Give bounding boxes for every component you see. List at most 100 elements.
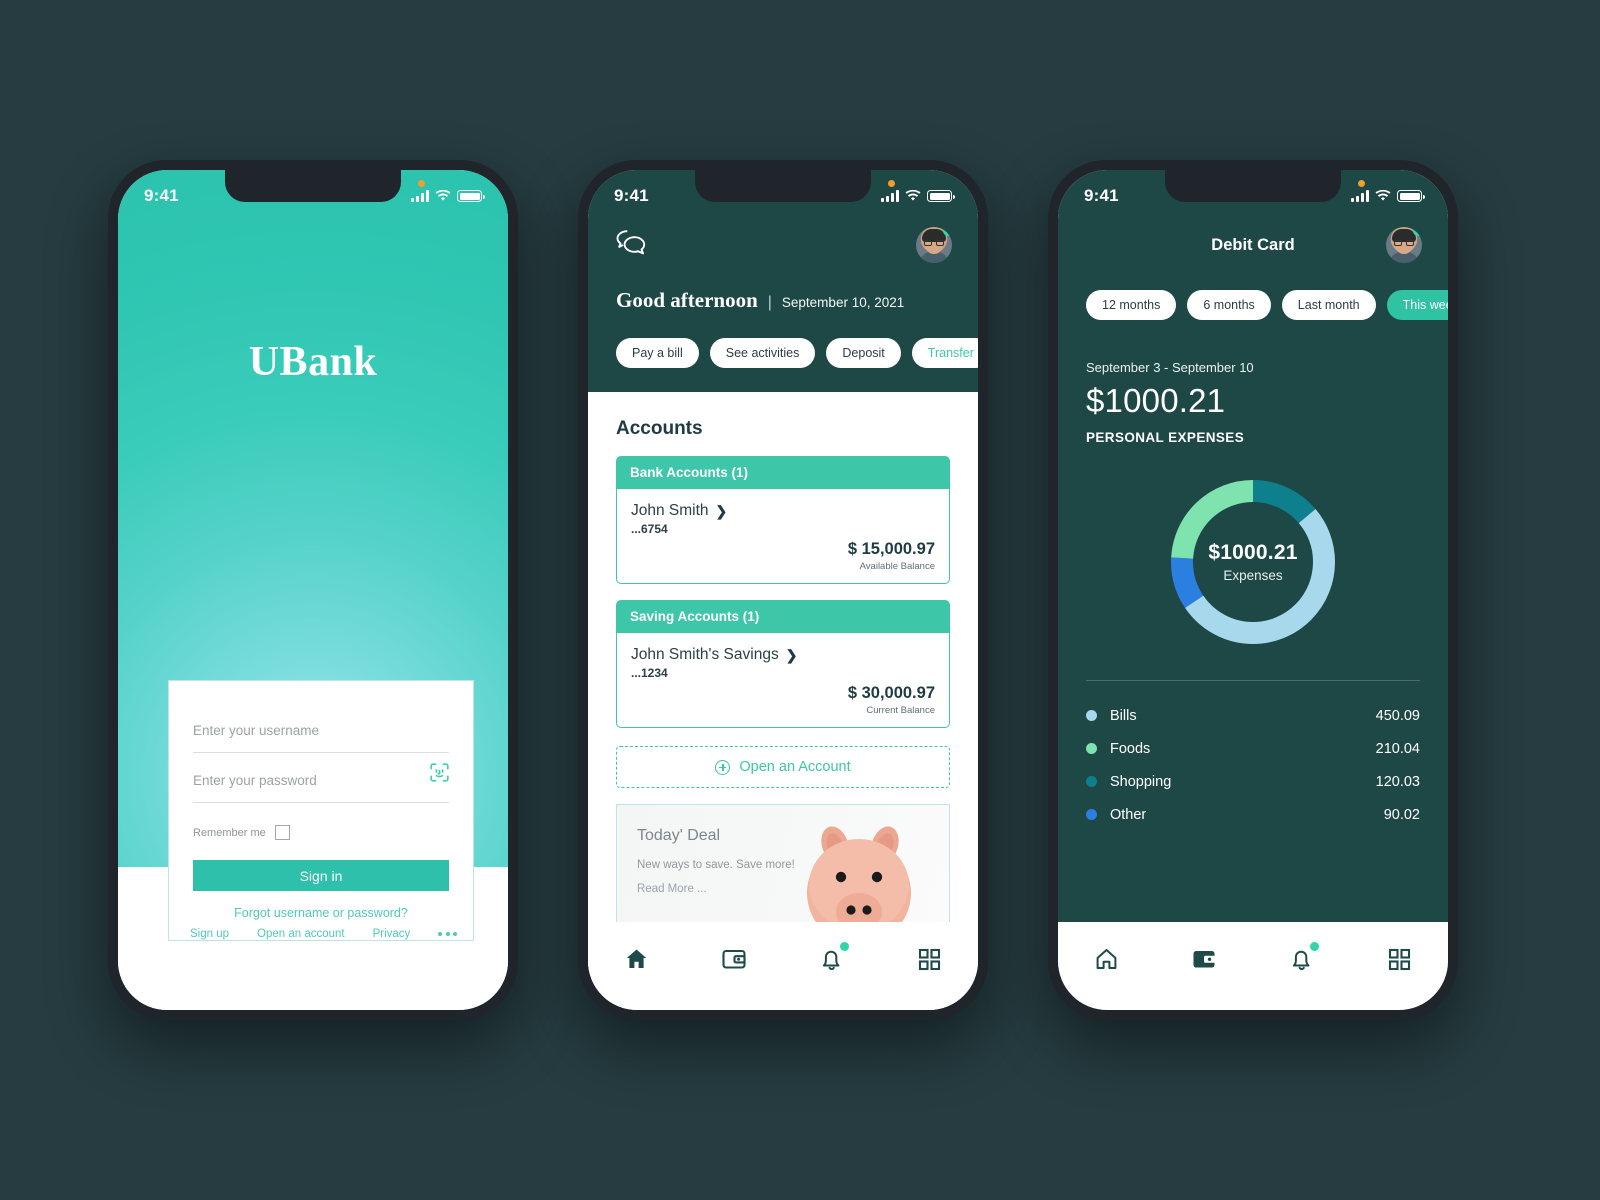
plus-circle-icon (715, 759, 731, 775)
chevron-right-icon[interactable]: ❯ (786, 648, 798, 662)
total-expenses-amount: $1000.21 (1086, 382, 1226, 419)
saving-account-name: John Smith's Savings (631, 646, 779, 663)
legend-row: Shopping 120.03 (1086, 765, 1420, 798)
bank-account-number: ...6754 (631, 522, 668, 536)
online-status-dot (1413, 227, 1422, 236)
legend-divider (1086, 680, 1420, 681)
date-filter-row: 12 months 6 months Last month This week (1086, 290, 1448, 320)
quick-action-deposit[interactable]: Deposit (826, 338, 901, 368)
bank-account-name: John Smith (631, 502, 709, 519)
filter-last-month[interactable]: Last month (1281, 290, 1376, 320)
page-title: Debit Card (1211, 235, 1295, 254)
accounts-section-title: Accounts (616, 418, 703, 439)
legend-color-dot (1086, 809, 1097, 820)
forgot-credentials-link[interactable]: Forgot username or password? (193, 906, 449, 920)
legend-category-label: Foods (1110, 740, 1151, 757)
expenses-donut-chart: $1000.21 Expenses (1058, 468, 1448, 656)
username-field-wrap (193, 703, 449, 753)
remember-me-label: Remember me (193, 826, 266, 839)
quick-action-transfer[interactable]: Transfer (911, 338, 978, 368)
bottom-nav (588, 922, 978, 1010)
password-input[interactable] (193, 769, 449, 803)
sign-up-link[interactable]: Sign up (190, 928, 229, 940)
saving-account-amount: $ 30,000.97 (847, 684, 935, 702)
legend-category-label: Shopping (1110, 773, 1172, 790)
legend-color-dot (1086, 710, 1097, 721)
status-time: 9:41 (1084, 186, 1119, 205)
legend-color-dot (1086, 776, 1097, 787)
filter-this-week[interactable]: This week (1386, 290, 1448, 320)
legend-row: Bills 450.09 (1086, 699, 1420, 732)
battery-icon (1397, 190, 1425, 202)
status-orange-dot (888, 180, 895, 187)
greeting-text: Good afternoon (616, 288, 758, 312)
privacy-link[interactable]: Privacy (373, 928, 411, 940)
bank-account-balance-label: Available Balance (859, 561, 935, 572)
notch (1165, 170, 1341, 202)
legend-value: 90.02 (1383, 806, 1420, 823)
card-top-row: Debit Card (1084, 224, 1422, 266)
home-top-row (614, 224, 952, 266)
bottom-nav (1058, 922, 1448, 1010)
notch (695, 170, 871, 202)
saving-account-row[interactable]: John Smith's Savings ❯ ...1234 $ 30,000.… (616, 633, 950, 728)
avatar[interactable] (916, 227, 952, 263)
more-dots-icon[interactable] (438, 932, 458, 936)
filter-12-months[interactable]: 12 months (1086, 290, 1177, 320)
filter-6-months[interactable]: 6 months (1187, 290, 1271, 320)
saving-accounts-group: Saving Accounts (1) John Smith's Savings… (616, 600, 950, 728)
nav-grid-button[interactable] (1377, 942, 1421, 976)
legend-value: 120.03 (1375, 773, 1420, 790)
status-orange-dot (418, 180, 425, 187)
nav-home-button[interactable] (1085, 942, 1129, 976)
saving-account-number: ...1234 (631, 666, 668, 680)
remember-me-checkbox[interactable] (274, 825, 290, 840)
avatar[interactable] (1386, 227, 1422, 263)
quick-action-see-activities[interactable]: See activities (709, 338, 816, 368)
login-card: Remember me Sign in Forgot username or p… (168, 680, 474, 941)
remember-me-row[interactable]: Remember me (193, 825, 449, 840)
nav-wallet-button[interactable] (712, 942, 756, 976)
bank-account-row[interactable]: John Smith ❯ ...6754 $ 15,000.97 Availab… (616, 489, 950, 584)
saving-accounts-header: Saving Accounts (1) (616, 600, 950, 633)
todays-deal-card[interactable]: Today' Deal New ways to save. Save more!… (616, 804, 950, 924)
saving-account-balance-label: Current Balance (866, 705, 935, 716)
signal-bars-icon (411, 190, 429, 202)
nav-home-button[interactable] (615, 942, 659, 976)
open-an-account-button[interactable]: Open an Account (616, 746, 950, 788)
open-an-account-label: Open an Account (739, 759, 851, 775)
sign-in-button[interactable]: Sign in (193, 860, 449, 891)
deal-subtitle: New ways to save. Save more! (637, 859, 795, 871)
bank-accounts-group: Bank Accounts (1) John Smith ❯ ...6754 $… (616, 456, 950, 584)
battery-icon (457, 190, 485, 202)
accounts-sheet: Accounts Bank Accounts (1) John Smith ❯ … (588, 392, 978, 1010)
username-input[interactable] (193, 719, 449, 753)
nav-wallet-button[interactable] (1182, 942, 1226, 976)
notification-badge (839, 942, 849, 951)
open-an-account-link[interactable]: Open an account (257, 928, 345, 940)
face-id-icon[interactable] (430, 763, 449, 787)
nav-notifications-button[interactable] (1280, 942, 1324, 976)
personal-expenses-label: PERSONAL EXPENSES (1086, 430, 1245, 445)
deal-title: Today' Deal (637, 827, 721, 844)
donut-center-label: $1000.21 Expenses (1159, 468, 1347, 656)
legend-color-dot (1086, 743, 1097, 754)
greeting-separator: | (767, 294, 772, 311)
wifi-icon (905, 190, 921, 202)
donut-amount: $1000.21 (1208, 541, 1298, 564)
screenshot-stage: 9:41 UBank Enter your username Remember … (0, 0, 1600, 1200)
nav-grid-button[interactable] (907, 942, 951, 976)
deal-read-more-link[interactable]: Read More ... (637, 883, 707, 895)
chevron-right-icon[interactable]: ❯ (716, 504, 728, 518)
notch (225, 170, 401, 202)
quick-action-pay-a-bill[interactable]: Pay a bill (616, 338, 699, 368)
status-time: 9:41 (144, 186, 179, 205)
signal-bars-icon (1351, 190, 1369, 202)
status-time: 9:41 (614, 186, 649, 205)
greeting-date: September 10, 2021 (781, 295, 905, 310)
nav-notifications-button[interactable] (810, 942, 854, 976)
status-orange-dot (1358, 180, 1365, 187)
expenses-legend: Bills 450.09 Foods 210.04 Shopping 120.03 Othe… (1086, 680, 1420, 831)
chat-bubbles-icon[interactable] (614, 229, 647, 261)
greeting-row: Good afternoon | September 10, 2021 (616, 288, 904, 313)
